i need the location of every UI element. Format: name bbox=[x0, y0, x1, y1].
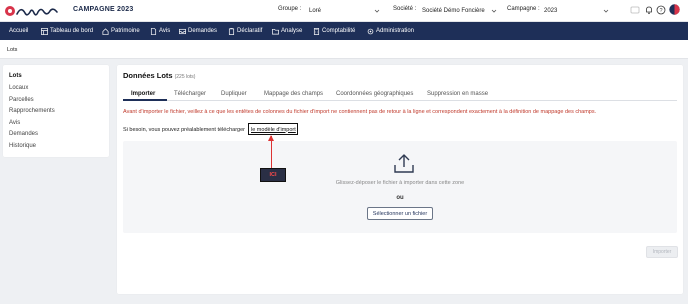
document-icon bbox=[150, 27, 157, 35]
dropzone-or: ou bbox=[396, 195, 404, 201]
template-hint: Si besoin, vous pouvez préalablement tél… bbox=[123, 127, 245, 133]
chevron-down-icon bbox=[374, 9, 380, 13]
campaign-title: CAMPAGNE 2023 bbox=[73, 6, 134, 13]
template-download-link[interactable]: le modèle d'import bbox=[251, 127, 296, 133]
logo[interactable] bbox=[3, 2, 61, 20]
tab-suppression-en-masse[interactable]: Suppression en masse bbox=[427, 91, 488, 97]
clipboard-icon bbox=[228, 27, 235, 35]
sidebar-item-parcelles[interactable]: Parcelles bbox=[9, 97, 34, 103]
chevron-down-icon bbox=[603, 9, 609, 13]
import-button[interactable]: Importer bbox=[646, 246, 678, 258]
gear-icon bbox=[367, 28, 374, 34]
groupe-select[interactable]: Loré bbox=[304, 3, 384, 18]
search-icon[interactable] bbox=[630, 5, 640, 15]
nav-avis[interactable]: Avis bbox=[150, 22, 170, 40]
nav-label: Avis bbox=[159, 28, 171, 34]
tab-coordonnees-geographiques[interactable]: Coordonnées géographiques bbox=[336, 91, 413, 97]
sidebar-item-demandes[interactable]: Demandes bbox=[9, 131, 38, 137]
file-dropzone[interactable]: Glissez-déposer le fichier à importer da… bbox=[123, 141, 677, 233]
main-nav: Accueil Tableau de bord Patrimoine Avis … bbox=[0, 22, 688, 40]
help-icon[interactable]: ? bbox=[656, 5, 666, 15]
home-icon bbox=[102, 27, 109, 35]
annotation-label: ICI bbox=[260, 168, 286, 182]
tab-bar: Importer Télécharger Dupliquer Mappage d… bbox=[123, 87, 677, 101]
lots-count: (225 lots) bbox=[174, 74, 196, 80]
nav-label: Administration bbox=[376, 28, 415, 34]
sidebar: Lots Locaux Parcelles Rapprochements Avi… bbox=[3, 65, 109, 157]
user-avatar[interactable] bbox=[669, 4, 680, 15]
nav-administration[interactable]: Administration bbox=[367, 22, 414, 40]
societe-value: Société Démo Foncière bbox=[422, 8, 485, 14]
societe-label: Société : bbox=[393, 6, 417, 12]
page-title-text: Données Lots bbox=[123, 71, 173, 80]
nav-label: Accueil bbox=[9, 28, 29, 34]
dropzone-hint: Glissez-déposer le fichier à importer da… bbox=[335, 180, 465, 186]
nav-label: Patrimoine bbox=[111, 28, 140, 34]
tab-dupliquer[interactable]: Dupliquer bbox=[221, 91, 247, 97]
societe-select[interactable]: Société Démo Foncière bbox=[417, 3, 501, 18]
nav-tableau-de-bord[interactable]: Tableau de bord bbox=[41, 22, 93, 40]
nav-label: Analyse bbox=[281, 28, 303, 34]
page-title: Données Lots (225 lots) bbox=[123, 71, 195, 80]
nav-analyse[interactable]: Analyse bbox=[272, 22, 302, 40]
sidebar-item-lots[interactable]: Lots bbox=[9, 73, 22, 79]
dashboard-icon bbox=[41, 27, 48, 35]
svg-text:?: ? bbox=[659, 8, 662, 14]
sidebar-item-avis[interactable]: Avis bbox=[9, 120, 20, 126]
inbox-icon bbox=[179, 28, 186, 34]
template-link-highlight: le modèle d'import bbox=[248, 123, 298, 135]
active-tab-indicator bbox=[123, 99, 167, 101]
groupe-value: Loré bbox=[309, 8, 322, 14]
nav-comptabilite[interactable]: Comptabilité bbox=[313, 22, 355, 40]
campagne-value: 2023 bbox=[544, 8, 558, 14]
upload-icon bbox=[394, 154, 414, 173]
sidebar-item-rapprochements[interactable]: Rapprochements bbox=[9, 108, 55, 114]
tab-telecharger[interactable]: Télécharger bbox=[174, 91, 206, 97]
bell-icon[interactable] bbox=[644, 5, 654, 15]
nav-demandes[interactable]: Demandes bbox=[179, 22, 217, 40]
nav-label: Déclaratif bbox=[237, 28, 263, 34]
tab-importer[interactable]: Importer bbox=[131, 91, 155, 97]
main-panel: Données Lots (225 lots) Importer Téléchar… bbox=[117, 65, 683, 294]
groupe-label: Groupe : bbox=[278, 6, 302, 12]
tab-mappage-des-champs[interactable]: Mappage des champs bbox=[264, 91, 323, 97]
chevron-down-icon bbox=[491, 9, 497, 13]
nav-label: Tableau de bord bbox=[50, 28, 94, 34]
campagne-select[interactable]: 2023 bbox=[539, 3, 613, 18]
nav-declaratif[interactable]: Déclaratif bbox=[228, 22, 262, 40]
nav-accueil[interactable]: Accueil bbox=[9, 22, 28, 40]
folder-icon bbox=[272, 28, 279, 34]
breadcrumb-bar: Lots bbox=[0, 40, 688, 59]
select-file-button[interactable]: Sélectionner un fichier bbox=[367, 207, 433, 220]
calculator-icon bbox=[313, 27, 320, 35]
campagne-label: Campagne : bbox=[507, 6, 540, 12]
nav-patrimoine[interactable]: Patrimoine bbox=[102, 22, 140, 40]
nav-label: Comptabilité bbox=[322, 28, 356, 34]
top-bar: CAMPAGNE 2023 Groupe : Loré Société : So… bbox=[0, 0, 688, 22]
import-warning: Avant d'importer le fichier, veillez à c… bbox=[123, 109, 597, 115]
sidebar-item-locaux[interactable]: Locaux bbox=[9, 85, 28, 91]
nav-label: Demandes bbox=[188, 28, 218, 34]
breadcrumb[interactable]: Lots bbox=[7, 47, 17, 53]
sidebar-item-historique[interactable]: Historique bbox=[9, 143, 36, 149]
annotation-arrow-head bbox=[268, 135, 274, 141]
